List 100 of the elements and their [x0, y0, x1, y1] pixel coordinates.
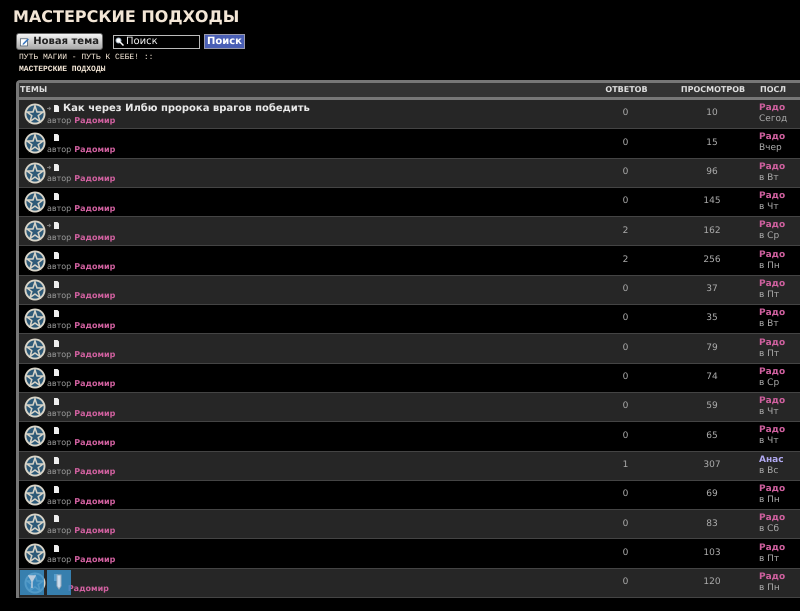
last-author-link[interactable]: Радо: [759, 103, 788, 114]
search-field[interactable]: Поиск: [113, 34, 200, 48]
pentagram-avatar-icon: [24, 454, 46, 477]
views-count: 65: [705, 430, 719, 443]
replies-count: 0: [622, 136, 630, 150]
last-post-date: в Чт: [759, 436, 780, 448]
author-link[interactable]: Радомир: [74, 349, 116, 360]
last-author-link[interactable]: Радо: [759, 162, 786, 173]
author-prefix: автор: [47, 290, 72, 302]
last-post-date: Вчер: [759, 143, 783, 154]
views-count: 162: [702, 224, 722, 238]
document-icon: [54, 134, 59, 142]
last-author-link[interactable]: Радо: [759, 425, 786, 436]
breadcrumb-current[interactable]: МАСТЕРСКИЕ ПОДХОДЫ: [19, 64, 106, 76]
last-author-link[interactable]: Радо: [759, 366, 786, 378]
last-author-link[interactable]: Радо: [759, 308, 786, 320]
document-icon: [54, 252, 59, 259]
views-count: 120: [702, 576, 722, 590]
replies-count: 0: [622, 312, 630, 326]
views-count: 59: [705, 400, 719, 414]
column-header: ТЕМЫ: [20, 84, 48, 96]
column-header: ОТВЕТОВ: [604, 84, 649, 96]
author-link[interactable]: Радомир: [74, 290, 116, 302]
author-link[interactable]: Радомир: [74, 261, 116, 272]
replies-count: 0: [622, 166, 630, 179]
author-link[interactable]: Радомир: [74, 378, 116, 390]
views-count: 35: [705, 312, 719, 326]
document-icon: [54, 486, 59, 493]
last-post-date: в Пн: [759, 495, 781, 506]
author-prefix: автор: [47, 436, 72, 448]
last-author-link[interactable]: Радо: [759, 250, 786, 261]
last-author-link[interactable]: Радо: [759, 542, 786, 554]
author-link[interactable]: Радомир: [74, 144, 116, 155]
author-prefix: автор: [47, 524, 72, 536]
topic-title-link[interactable]: Как через Илбю пророка врагов победить: [63, 102, 310, 115]
last-post-date: в Пн: [759, 582, 781, 594]
last-author-link[interactable]: Радо: [759, 396, 786, 408]
author-link[interactable]: Радомир: [74, 408, 116, 419]
last-author-link[interactable]: Анас: [759, 454, 784, 466]
views-count: 37: [705, 283, 719, 296]
author-link[interactable]: Радомир: [74, 524, 116, 536]
breadcrumb-link[interactable]: ПУТЬ МАГИИ - ПУТЬ К СЕБЕ! ::: [19, 52, 154, 64]
search-button[interactable]: Поиск: [204, 34, 245, 49]
replies-count: 2: [622, 224, 630, 238]
last-author-link[interactable]: Радо: [759, 572, 786, 583]
views-count: 96: [705, 166, 719, 179]
author-link[interactable]: Радомир: [74, 114, 116, 126]
edit-icon: [20, 36, 30, 48]
pentagram-avatar-icon: [24, 250, 46, 272]
replies-count: 0: [622, 195, 630, 208]
last-author-link[interactable]: Радо: [759, 191, 786, 202]
pentagram-avatar-icon: [24, 366, 46, 389]
document-icon: [54, 280, 59, 288]
document-icon: [54, 222, 59, 230]
author-link[interactable]: Радомир: [74, 496, 116, 506]
last-author-link[interactable]: Радо: [759, 220, 786, 232]
author-prefix: автор: [47, 408, 72, 419]
document-icon: [54, 427, 59, 434]
views-count: 69: [705, 488, 719, 502]
views-count: 256: [702, 254, 722, 267]
views-count: 79: [705, 342, 719, 355]
author-link[interactable]: Радомир: [74, 466, 116, 478]
author-prefix: автор: [47, 173, 72, 184]
author-link[interactable]: Радомир: [74, 554, 116, 566]
last-post-date: в Ср: [759, 378, 780, 389]
author-link[interactable]: Радомир: [74, 320, 116, 331]
pentagram-avatar-icon: [24, 191, 46, 214]
author-prefix: автор: [47, 232, 72, 243]
replies-count: 0: [622, 546, 630, 560]
pentagram-avatar-icon: [24, 220, 46, 242]
last-post-date: в Чт: [759, 202, 780, 214]
author-link[interactable]: Радомир: [74, 436, 116, 448]
search-icon: [115, 36, 124, 46]
views-count: 83: [705, 518, 719, 531]
last-post-date: в Сб: [759, 524, 780, 536]
replies-count: 1: [622, 458, 630, 472]
author-link[interactable]: Радомир: [74, 173, 116, 184]
last-author-link[interactable]: Радо: [759, 513, 786, 524]
replies-count: 0: [622, 430, 630, 443]
last-author-link[interactable]: Радо: [759, 484, 786, 495]
author-link[interactable]: Радомир: [74, 202, 116, 214]
author-link[interactable]: Радомир: [74, 232, 116, 243]
pentagram-avatar-icon: [24, 308, 46, 330]
author-prefix: автор: [47, 466, 72, 478]
last-post-date: в Вт: [759, 319, 780, 330]
replies-count: 0: [622, 371, 630, 384]
last-author-link[interactable]: Радо: [759, 278, 786, 290]
new-topic-button[interactable]: Новая тема: [16, 33, 103, 50]
last-post-date: в Пт: [759, 554, 780, 565]
column-header: ПРОСМОТРОВ: [680, 84, 746, 96]
last-author-link[interactable]: Радо: [759, 132, 786, 144]
replies-count: 0: [622, 400, 630, 414]
last-post-date: в Чт: [759, 407, 780, 418]
pentagram-avatar-icon: [24, 278, 46, 301]
pentagram-avatar-icon: [24, 103, 46, 126]
author-prefix: автор: [47, 378, 72, 390]
last-author-link[interactable]: Радо: [759, 338, 786, 349]
views-count: 145: [702, 195, 722, 208]
document-icon: [54, 164, 59, 171]
views-count: 74: [705, 371, 719, 384]
